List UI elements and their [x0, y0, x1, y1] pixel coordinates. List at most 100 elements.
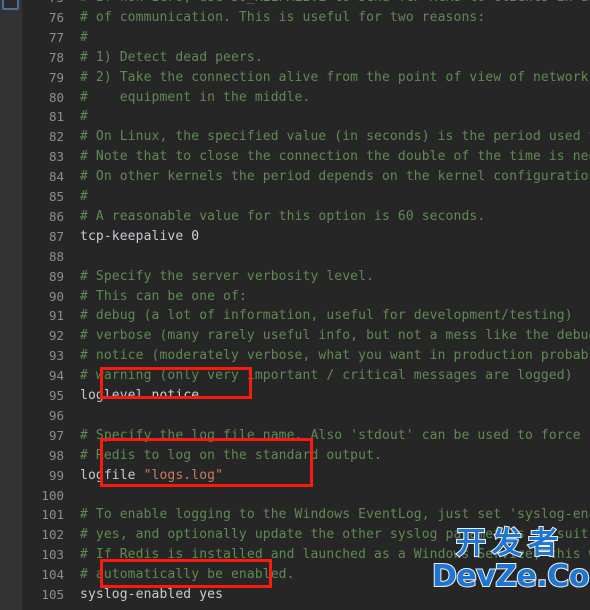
line-number: 106: [22, 605, 64, 610]
code-line[interactable]: 76 # of communication. This is useful for…: [22, 8, 590, 28]
code-line[interactable]: 93 # notice (moderately verbose, what you…: [22, 346, 590, 366]
code-line-content[interactable]: # automatically be enabled.: [80, 565, 295, 585]
code-token-comment: # This can be one of:: [80, 288, 247, 304]
code-line-content[interactable]: # A reasonable value for this option is …: [80, 207, 485, 227]
code-line-content[interactable]: # notice (moderately verbose, what you w…: [80, 346, 590, 366]
code-token-comment: # automatically be enabled.: [80, 567, 295, 583]
code-line[interactable]: 95 loglevel notice: [22, 386, 590, 406]
code-line[interactable]: 84 # On other kernels the period depends …: [22, 167, 590, 187]
line-number: 101: [41, 507, 64, 523]
code-token-comment: # On other kernels the period depends on…: [80, 169, 590, 185]
wifi-arc-icon: [0, 586, 23, 610]
code-line-content[interactable]: # Specify the log file name. Also 'stdou…: [80, 426, 581, 446]
wifi-arc-inner-icon: [0, 600, 9, 610]
code-line[interactable]: 103 # If Redis is installed and launched …: [22, 545, 590, 565]
line-number: 84: [48, 169, 64, 185]
code-line-content[interactable]: #: [80, 107, 88, 127]
code-line[interactable]: 99 logfile "logs.log": [22, 466, 590, 486]
code-line[interactable]: 78 # 1) Detect dead peers.: [22, 48, 590, 68]
code-line[interactable]: 91 # debug (a lot of information, useful …: [22, 306, 590, 326]
code-token-comment: # warning (only very important / critica…: [80, 368, 573, 384]
code-line-content[interactable]: #: [80, 187, 88, 207]
line-number: 81: [48, 109, 64, 125]
code-token-comment: #: [80, 189, 88, 204]
code-line[interactable]: 89 # Specify the server verbosity level.: [22, 267, 590, 287]
code-line-content[interactable]: # Specify the server verbosity level.: [80, 267, 374, 287]
code-line-content[interactable]: # equipment in the middle.: [80, 88, 310, 108]
code-line[interactable]: 92 # verbose (many rarely useful info, bu…: [22, 326, 590, 346]
code-line-content[interactable]: # Note that to close the connection the …: [80, 147, 590, 167]
code-line-content[interactable]: tcp-keepalive 0: [80, 227, 199, 247]
line-number: 86: [48, 208, 64, 224]
code-token-plain: notice: [151, 388, 200, 403]
code-token-comment: # Specify the server verbosity level.: [80, 268, 375, 284]
code-token-comment: # If non-zero, use SO_KEEPALIVE to send …: [80, 0, 590, 5]
code-line-content[interactable]: # debug (a lot of information, useful fo…: [80, 306, 573, 326]
code-line-content[interactable]: # On other kernels the period depends on…: [80, 167, 590, 187]
code-line-content[interactable]: # warning (only very important / critica…: [80, 366, 573, 386]
code-line[interactable]: 100: [22, 486, 590, 506]
code-line[interactable]: 105 syslog-enabled yes: [22, 585, 590, 605]
code-line-content[interactable]: # On Linux, the specified value (in seco…: [80, 127, 590, 147]
code-line-content[interactable]: loglevel notice: [80, 386, 199, 406]
code-token-key: syslog-enabled: [80, 587, 200, 602]
code-line[interactable]: 88: [22, 247, 590, 267]
code-line[interactable]: 104 # automatically be enabled.: [22, 565, 590, 585]
code-token-comment: # 1) Detect dead peers.: [80, 49, 263, 65]
line-number: 100: [41, 487, 64, 503]
code-line[interactable]: 80 # equipment in the middle.: [22, 88, 590, 108]
code-line-content[interactable]: #: [80, 28, 88, 48]
code-line[interactable]: 106: [22, 605, 590, 610]
code-line-content[interactable]: syslog-enabled yes: [80, 585, 223, 605]
code-line[interactable]: 82 # On Linux, the specified value (in se…: [22, 127, 590, 147]
code-line-content[interactable]: # If non-zero, use SO_KEEPALIVE to send …: [80, 0, 590, 8]
code-line[interactable]: 86 # A reasonable value for this option i…: [22, 207, 590, 227]
line-number: 78: [48, 49, 64, 65]
line-number: 93: [48, 348, 64, 364]
line-number: 82: [48, 129, 64, 145]
code-line[interactable]: 81 #: [22, 107, 590, 127]
line-number: 75: [22, 0, 64, 8]
line-number: 80: [48, 89, 64, 105]
line-number: 105: [41, 587, 64, 602]
code-line[interactable]: 77 #: [22, 28, 590, 48]
code-line[interactable]: 75 # If non-zero, use SO_KEEPALIVE to sen…: [22, 0, 590, 8]
code-line[interactable]: 79 # 2) Take the connection alive from th…: [22, 68, 590, 88]
code-line[interactable]: 96: [22, 406, 590, 426]
line-number: 90: [48, 288, 64, 304]
code-token-key: logfile: [80, 467, 144, 483]
code-token-str: "logs.log": [143, 467, 224, 483]
code-token-comment: # On Linux, the specified value (in seco…: [80, 129, 590, 145]
code-token-num: 0: [191, 228, 200, 244]
code-line-content[interactable]: # 1) Detect dead peers.: [80, 48, 263, 68]
code-line[interactable]: 97 # Specify the log file name. Also 'std…: [22, 426, 590, 446]
code-line-content[interactable]: # yes, and optionally update the other s…: [80, 525, 589, 545]
code-line[interactable]: 83 # Note that to close the connection th…: [22, 147, 590, 167]
code-token-comment: # To enable logging to the Windows Event…: [80, 507, 590, 523]
line-number: 76: [48, 9, 64, 25]
line-number: 89: [48, 268, 64, 284]
code-line-content[interactable]: # of communication. This is useful for t…: [80, 8, 485, 28]
code-token-key: loglevel: [80, 388, 152, 403]
code-token-comment: # verbose (many rarely useful info, but …: [80, 328, 590, 344]
code-line[interactable]: 90 # This can be one of:: [22, 287, 590, 307]
line-number: 79: [48, 69, 64, 85]
code-token-comment: # If Redis is installed and launched as …: [80, 547, 590, 563]
code-line[interactable]: 85 #: [22, 187, 590, 207]
code-line-content[interactable]: # verbose (many rarely useful info, but …: [80, 326, 590, 346]
code-line[interactable]: 94 # warning (only very important / criti…: [22, 366, 590, 386]
code-line[interactable]: 87 tcp-keepalive 0: [22, 227, 590, 247]
code-line[interactable]: 101 # To enable logging to the Windows Ev…: [22, 505, 590, 525]
code-line-content[interactable]: # Redis to log on the standard output.: [80, 446, 382, 466]
code-line[interactable]: 98 # Redis to log on the standard output.: [22, 446, 590, 466]
code-line-content[interactable]: # If Redis is installed and launched as …: [80, 545, 590, 565]
activity-bar[interactable]: [0, 0, 22, 610]
code-line-content[interactable]: # To enable logging to the Windows Event…: [80, 505, 590, 525]
line-number: 92: [48, 328, 64, 344]
code-line-content[interactable]: logfile "logs.log": [80, 466, 223, 486]
code-line-content[interactable]: # 2) Take the connection alive from the …: [80, 68, 589, 88]
code-editor[interactable]: 75 # If non-zero, use SO_KEEPALIVE to sen…: [22, 0, 590, 610]
code-token-comment: #: [80, 109, 88, 125]
code-line[interactable]: 102 # yes, and optionally update the othe…: [22, 525, 590, 545]
code-line-content[interactable]: # This can be one of:: [80, 287, 247, 307]
